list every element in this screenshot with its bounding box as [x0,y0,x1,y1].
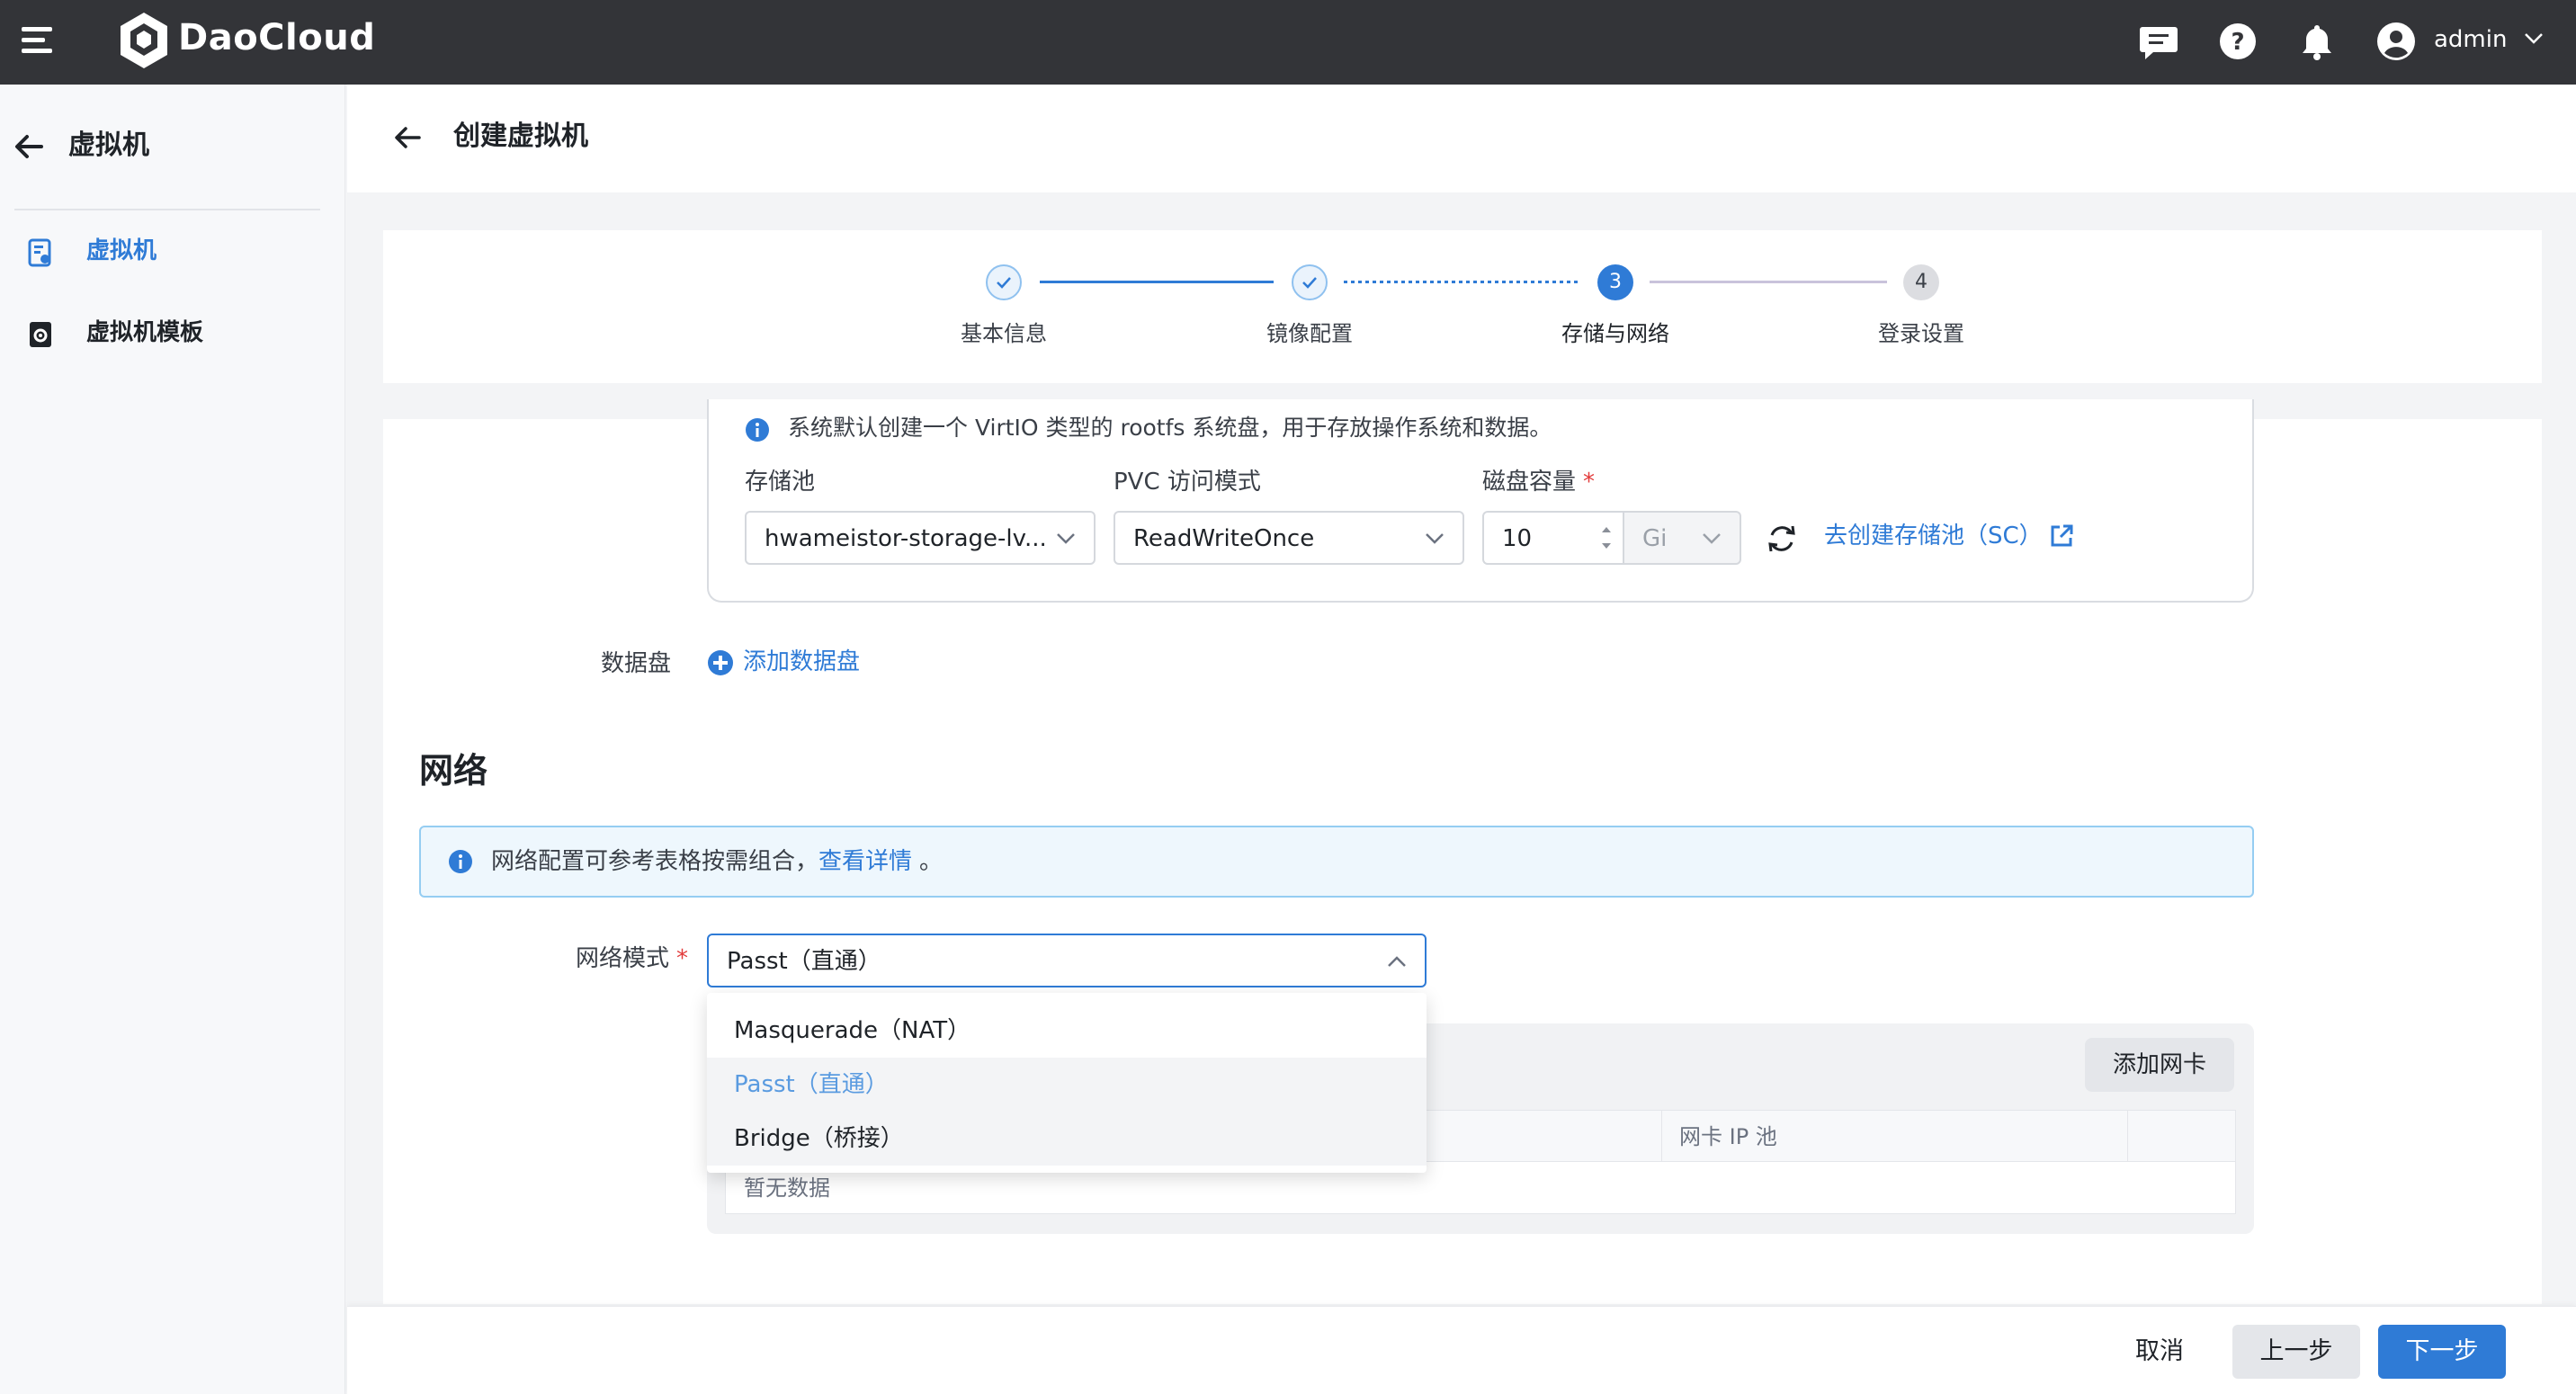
refresh-icon[interactable] [1765,522,1799,556]
storage-pool-value: hwameistor-storage-lv... [765,525,1047,552]
sidebar-title: 虚拟机 [68,130,149,161]
back-arrow-icon[interactable] [13,130,45,163]
username[interactable]: admin [2434,22,2507,58]
back-arrow-icon[interactable] [392,122,423,153]
option-bridge[interactable]: Bridge（桥接） [707,1112,1427,1166]
data-disk-label: 数据盘 [601,650,672,677]
step-label: 登录设置 [1878,321,1964,346]
step-3-active: 3 [1597,264,1633,300]
capacity-input[interactable]: 10 [1482,511,1624,565]
network-alert-text: 网络配置可参考表格按需组合，查看详情。 [491,845,943,878]
step-connector [1040,281,1274,283]
pvc-mode-label: PVC 访问模式 [1114,469,1261,496]
system-disk-info: 系统默认创建一个 VirtIO 类型的 rootfs 系统盘，用于存放操作系统和… [788,415,1552,441]
vm-template-icon [30,322,51,347]
network-mode-label: 网络模式 * [576,945,689,972]
capacity-unit-select[interactable]: Gi [1623,511,1741,565]
option-passt[interactable]: Passt（直通） [707,1058,1427,1112]
chevron-down-icon [1057,533,1075,544]
chevron-up-icon [1388,956,1406,967]
prev-step-button[interactable]: 上一步 [2232,1325,2360,1379]
capacity-value: 10 [1502,525,1533,552]
next-step-button[interactable]: 下一步 [2378,1325,2506,1379]
step-label: 镜像配置 [1266,321,1353,346]
storage-pool-select[interactable]: hwameistor-storage-lv... [745,511,1096,565]
capacity-unit-value: Gi [1642,525,1668,552]
vm-list-icon [28,238,51,267]
network-section-title: 网络 [419,751,488,791]
storage-pool-label: 存储池 [745,469,816,496]
empty-state-text: 暂无数据 [744,1175,830,1201]
check-icon [997,277,1011,289]
page-title: 创建虚拟机 [453,121,588,152]
top-navbar: DaoCloud ? admin [0,0,2576,85]
column-header-ip-pool: 网卡 IP 池 [1679,1124,1777,1149]
message-icon[interactable] [2137,20,2180,63]
add-nic-button[interactable]: 添加网卡 [2085,1038,2234,1092]
check-icon [1302,277,1317,289]
menu-toggle-icon[interactable] [22,25,56,56]
brand-name: DaoCloud [178,17,376,58]
step-connector [1344,281,1579,283]
page-header: 创建虚拟机 [347,85,2576,192]
network-mode-value: Passt（直通） [727,948,881,975]
step-label: 基本信息 [961,321,1047,346]
pvc-mode-value: ReadWriteOnce [1133,525,1315,552]
alert-text: 网络配置可参考表格按需组合， [491,848,819,875]
notification-bell-icon[interactable] [2295,20,2339,63]
chevron-down-icon [1426,533,1444,544]
option-masquerade[interactable]: Masquerade（NAT） [707,1004,1427,1058]
help-icon[interactable]: ? [2216,20,2259,63]
sidebar-item-vm-template[interactable]: 虚拟机模板 [0,302,345,365]
add-data-disk-button[interactable]: 添加数据盘 [743,646,860,678]
step-connector [1650,281,1887,283]
network-mode-select[interactable]: Passt（直通） [707,934,1427,987]
stepper-arrows-icon[interactable] [1599,520,1614,556]
user-avatar-icon[interactable] [2375,20,2418,63]
step-label: 存储与网络 [1561,321,1669,346]
alert-suffix: 。 [919,848,944,875]
step-2-done [1292,264,1328,300]
sidebar-item-vm[interactable]: 虚拟机 [0,220,345,283]
chevron-down-icon [1703,533,1721,544]
add-circle-icon[interactable] [707,649,734,676]
info-icon [449,850,472,873]
wizard-steps: 3 4 基本信息 镜像配置 存储与网络 登录设置 [383,230,2542,383]
view-details-link[interactable]: 查看详情 [818,848,912,875]
create-storage-class-link[interactable]: 去创建存储池（SC） [1824,520,2043,552]
sidebar-item-label: 虚拟机 [86,237,157,264]
step-4-pending: 4 [1903,264,1939,300]
sidebar-divider [14,209,320,210]
pvc-mode-select[interactable]: ReadWriteOnce [1114,511,1464,565]
network-info-alert: 网络配置可参考表格按需组合，查看详情。 [419,826,2254,898]
chevron-down-icon[interactable] [2524,32,2544,45]
svg-text:?: ? [2231,29,2244,56]
step-1-done [986,264,1022,300]
footer-bar: 取消 上一步 下一步 [347,1306,2576,1394]
disk-capacity-label: 磁盘容量 * [1482,469,1596,496]
sidebar-item-label: 虚拟机模板 [86,319,204,346]
network-mode-dropdown: Masquerade（NAT） Passt（直通） Bridge（桥接） [707,993,1427,1173]
info-icon [746,418,769,442]
cancel-button[interactable]: 取消 [2110,1325,2209,1379]
external-link-icon[interactable] [2049,523,2074,549]
daocloud-logo[interactable] [117,11,171,70]
